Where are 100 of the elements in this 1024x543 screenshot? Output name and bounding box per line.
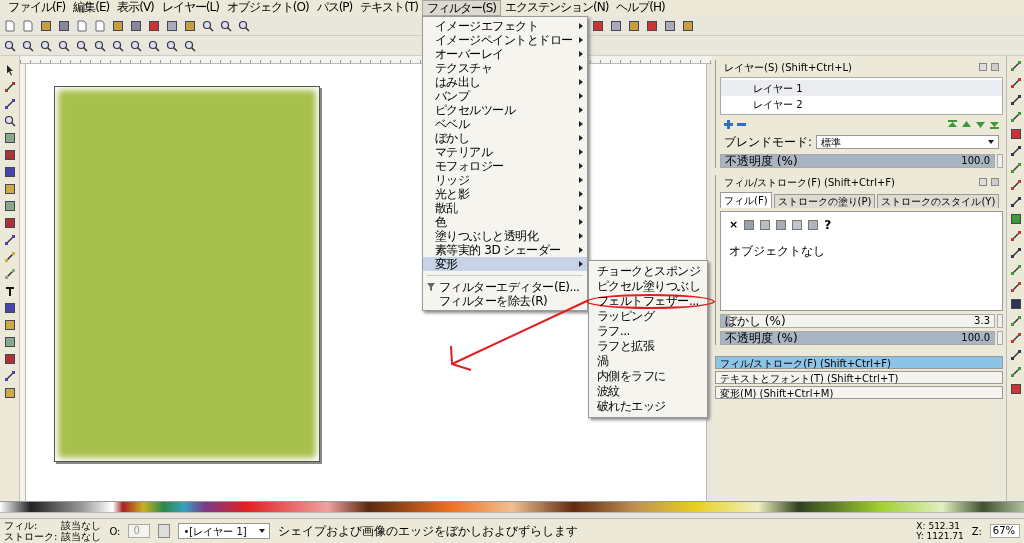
- shape-icon[interactable]: [3, 336, 16, 348]
- snap-icon[interactable]: [1009, 94, 1022, 106]
- zoom-icon[interactable]: [238, 19, 250, 32]
- menu-entry[interactable]: フィルターエディター(E)...: [439, 280, 580, 294]
- snap-icon[interactable]: [1009, 162, 1022, 174]
- paint-type-button[interactable]: [760, 220, 771, 230]
- shape-icon[interactable]: [3, 387, 16, 399]
- snap-icon[interactable]: [1009, 179, 1022, 191]
- slider[interactable]: 不透明度 (%) 100.0: [720, 154, 995, 168]
- snap-icon[interactable]: [1009, 60, 1022, 72]
- tab[interactable]: ストロークのスタイル(Y): [877, 194, 1000, 208]
- menu-entry[interactable]: 散乱: [423, 201, 587, 215]
- zoom-icon[interactable]: [58, 39, 70, 52]
- paint-type-button[interactable]: [776, 220, 787, 230]
- menu-entry[interactable]: ピクセル塗りつぶし: [597, 280, 701, 293]
- menu-item[interactable]: 編集(E): [69, 0, 114, 16]
- zoom-icon[interactable]: [166, 39, 178, 52]
- dock-tab[interactable]: フィル/ストローク(F) (Shift+Ctrl+F): [715, 356, 1003, 369]
- menu-entry[interactable]: テクスチャ: [423, 61, 587, 75]
- zoom-icon[interactable]: [4, 39, 16, 52]
- menu-entry[interactable]: 渦: [597, 355, 609, 368]
- document-icon[interactable]: [4, 19, 16, 32]
- menu-entry[interactable]: ピクセルツール: [423, 103, 587, 117]
- pen-icon[interactable]: [3, 268, 16, 280]
- tool-icon[interactable]: [130, 19, 142, 32]
- zoom-icon[interactable]: [184, 39, 196, 52]
- menu-item[interactable]: 表示(V): [113, 0, 158, 16]
- menu-entry[interactable]: ラフと拡張: [597, 340, 655, 353]
- horizontal-scrollbar[interactable]: [0, 512, 1024, 519]
- zoom-icon[interactable]: [22, 39, 34, 52]
- tool-icon[interactable]: [646, 19, 658, 32]
- zoom-icon[interactable]: [76, 39, 88, 52]
- pen-icon[interactable]: [3, 251, 16, 263]
- menu-entry[interactable]: イメージペイントとドロー: [423, 33, 587, 47]
- tool-icon[interactable]: [166, 19, 178, 32]
- layer-order-icon[interactable]: [948, 119, 957, 129]
- snap-icon[interactable]: [1009, 264, 1022, 276]
- pen-icon[interactable]: [3, 370, 16, 382]
- zoom-icon[interactable]: [40, 39, 52, 52]
- tab[interactable]: ストロークの塗り(P): [773, 194, 876, 208]
- zoom-icon[interactable]: [112, 39, 124, 52]
- menu-entry[interactable]: フィルターを除去(R): [439, 294, 548, 308]
- shape-icon[interactable]: [3, 166, 16, 178]
- menu-entry[interactable]: 素等実的 3D シェーダー: [423, 243, 587, 257]
- dock-tab[interactable]: テキストとフォント(T) (Shift+Ctrl+T): [715, 371, 1003, 384]
- tool-icon[interactable]: [148, 19, 160, 32]
- snap-icon[interactable]: [1009, 213, 1022, 225]
- visibility-toggle[interactable]: [158, 524, 171, 538]
- snap-icon[interactable]: [1009, 332, 1022, 344]
- text-tool-icon[interactable]: [3, 285, 16, 297]
- pen-icon[interactable]: [3, 98, 16, 110]
- menu-entry[interactable]: イメージエフェクト: [423, 19, 587, 33]
- shape-icon[interactable]: [3, 200, 16, 212]
- blend-mode-dropdown[interactable]: 標準: [816, 135, 999, 149]
- paint-type-button[interactable]: [808, 220, 819, 230]
- tool-icon[interactable]: [184, 19, 196, 32]
- menu-entry[interactable]: フェルトフェザー...: [597, 295, 699, 308]
- menu-entry[interactable]: リッジ: [423, 173, 587, 187]
- snap-icon[interactable]: [1009, 383, 1022, 395]
- tool-icon[interactable]: [610, 19, 622, 32]
- snap-icon[interactable]: [1009, 281, 1022, 293]
- add-layer-icon[interactable]: [724, 119, 733, 129]
- slider[interactable]: 不透明度 (%) 100.0: [720, 331, 995, 345]
- snap-icon[interactable]: [1009, 247, 1022, 259]
- menu-entry[interactable]: 光と影: [423, 187, 587, 201]
- menu-entry[interactable]: ベベル: [423, 117, 587, 131]
- menu-entry[interactable]: マテリアル: [423, 145, 587, 159]
- pen-icon[interactable]: [3, 234, 16, 246]
- shape-icon[interactable]: [3, 302, 16, 314]
- snap-icon[interactable]: [1009, 366, 1022, 378]
- snap-icon[interactable]: [1009, 77, 1022, 89]
- shape-icon[interactable]: [3, 217, 16, 229]
- shape-icon[interactable]: [3, 183, 16, 195]
- zoom-icon[interactable]: [202, 19, 214, 32]
- snap-icon[interactable]: [1009, 298, 1022, 310]
- shape-icon[interactable]: [3, 149, 16, 161]
- zoom-icon[interactable]: [130, 39, 142, 52]
- menu-entry[interactable]: 変形: [423, 257, 587, 271]
- color-palette[interactable]: [0, 501, 1024, 512]
- menu-entry[interactable]: オーバーレイ: [423, 47, 587, 61]
- tool-icon[interactable]: [628, 19, 640, 32]
- tool-icon[interactable]: [592, 19, 604, 32]
- menu-entry[interactable]: 色: [423, 215, 587, 229]
- tool-icon[interactable]: [664, 19, 676, 32]
- zoom-field[interactable]: 67%: [990, 524, 1020, 538]
- unset-paint-button[interactable]: ?: [824, 216, 832, 234]
- menu-item[interactable]: レイヤー(L): [157, 0, 223, 16]
- paint-type-button[interactable]: [792, 220, 803, 230]
- snap-icon[interactable]: [1009, 349, 1022, 361]
- shape-icon[interactable]: [3, 319, 16, 331]
- layer-dropdown[interactable]: •[レイヤー 1]: [178, 523, 270, 539]
- snap-icon[interactable]: [1009, 315, 1022, 327]
- zoom-icon[interactable]: [94, 39, 106, 52]
- snap-icon[interactable]: [1009, 128, 1022, 140]
- document-icon[interactable]: [22, 19, 34, 32]
- tool-icon[interactable]: [682, 19, 694, 32]
- menu-entry[interactable]: ぼかし: [423, 131, 587, 145]
- menu-entry[interactable]: モフォロジー: [423, 159, 587, 173]
- layer-order-icon[interactable]: [990, 119, 999, 129]
- shape-icon[interactable]: [3, 132, 16, 144]
